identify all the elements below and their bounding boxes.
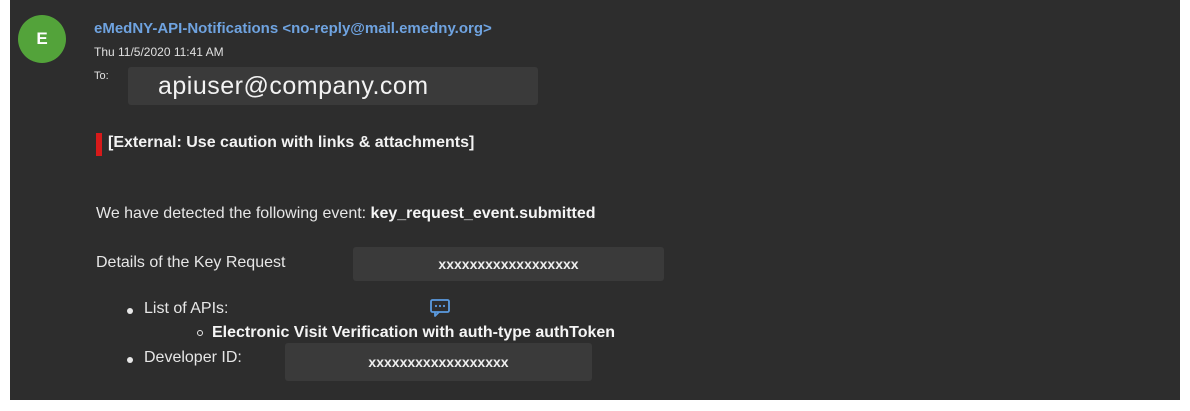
comment-icon[interactable] xyxy=(428,297,452,319)
details-value: xxxxxxxxxxxxxxxxxx xyxy=(438,256,579,272)
list-apis-label: List of APIs: xyxy=(144,300,229,317)
api-item: Electronic Visit Verification with auth-… xyxy=(212,324,616,341)
event-name: key_request_event.submitted xyxy=(370,205,596,222)
external-warning-text: [External: Use caution with links & atta… xyxy=(108,134,475,151)
developer-id-label: Developer ID: xyxy=(144,349,242,366)
details-label: Details of the Key Request xyxy=(96,254,286,271)
email-reading-pane: E eMedNY-API-Notifications <no-reply@mai… xyxy=(10,0,1180,400)
developer-id-field: xxxxxxxxxxxxxxxxxx xyxy=(285,343,592,381)
sender-avatar[interactable]: E xyxy=(18,15,66,63)
list-bullet xyxy=(127,357,133,363)
recipient-address: apiuser@company.com xyxy=(158,71,429,100)
list-bullet xyxy=(127,308,133,314)
event-sentence: We have detected the following event: ke… xyxy=(96,205,596,223)
sender-name[interactable]: eMedNY-API-Notifications <no-reply@mail.… xyxy=(94,20,492,37)
to-label: To: xyxy=(94,70,109,82)
event-prefix: We have detected the following event: xyxy=(96,205,371,222)
sub-list-bullet xyxy=(197,330,203,336)
details-value-field: xxxxxxxxxxxxxxxxxx xyxy=(353,247,664,281)
recipient-field[interactable]: apiuser@company.com xyxy=(128,67,538,105)
sent-date: Thu 11/5/2020 11:41 AM xyxy=(94,45,224,59)
avatar-initial: E xyxy=(36,29,48,48)
external-warning-marker xyxy=(96,133,102,156)
developer-id-value: xxxxxxxxxxxxxxxxxx xyxy=(368,354,509,370)
